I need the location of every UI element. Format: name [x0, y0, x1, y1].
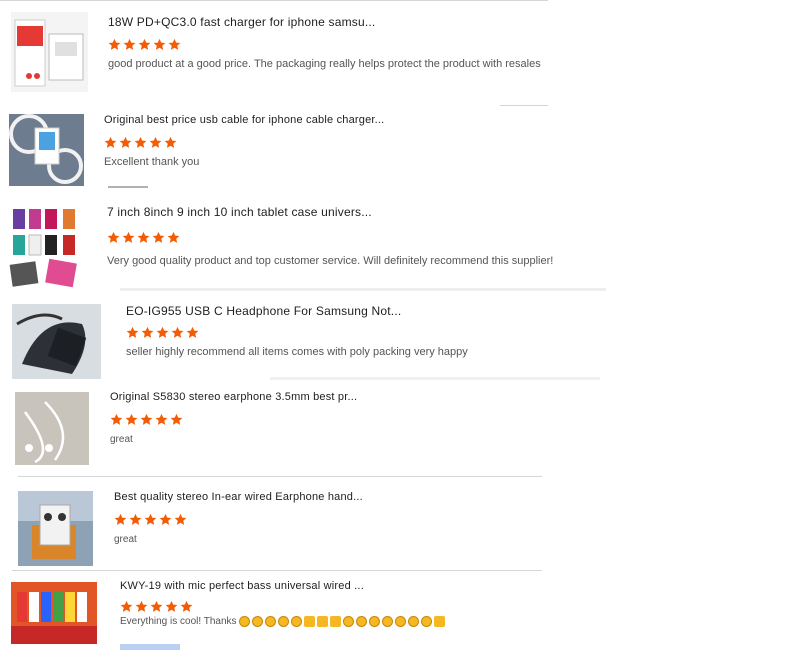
kwy-earphones-image[interactable] [11, 582, 97, 644]
review-comment: Excellent thank you [104, 156, 200, 168]
emoji-row [238, 616, 445, 627]
divider [500, 105, 548, 106]
star-icon [153, 38, 166, 50]
product-title[interactable]: EO-IG955 USB C Headphone For Samsung Not… [126, 304, 401, 318]
review-item: 18W PD+QC3.0 fast charger for iphone sam… [0, 0, 800, 100]
review-comment: good product at a good price. The packag… [108, 58, 541, 70]
star-icon [123, 38, 136, 50]
smile-emoji-icon [277, 616, 289, 627]
product-title[interactable]: Original best price usb cable for iphone… [104, 114, 384, 126]
rating-stars [108, 38, 181, 51]
product-title[interactable]: 7 inch 8inch 9 inch 10 inch tablet case … [107, 205, 372, 219]
thumbs-up-icon [329, 616, 341, 627]
charger-box-image[interactable] [11, 12, 88, 92]
star-icon [104, 136, 117, 148]
smile-emoji-icon [381, 616, 393, 627]
smile-emoji-icon [420, 616, 432, 627]
divider [120, 288, 606, 291]
review-comment: Everything is cool! Thanks [120, 616, 445, 627]
review-item: Original best price usb cable for iphone… [0, 110, 800, 190]
review-comment: seller highly recommend all items comes … [126, 346, 468, 358]
rating-stars [120, 600, 193, 613]
headphone-image[interactable] [12, 304, 101, 379]
star-icon [149, 136, 162, 148]
thumbs-up-icon [433, 616, 445, 627]
product-title[interactable]: Original S5830 stereo earphone 3.5mm bes… [110, 391, 357, 403]
star-icon [180, 600, 193, 612]
smile-emoji-icon [290, 616, 302, 627]
smile-emoji-icon [342, 616, 354, 627]
divider [12, 570, 542, 571]
star-icon [150, 600, 163, 612]
star-icon [170, 413, 183, 425]
smile-emoji-icon [238, 616, 250, 627]
divider [0, 0, 548, 1]
star-icon [174, 513, 187, 525]
star-icon [135, 600, 148, 612]
rating-stars [126, 326, 199, 339]
star-icon [167, 231, 180, 243]
review-comment: Very good quality product and top custom… [107, 255, 554, 267]
rating-stars [107, 231, 180, 244]
product-title[interactable]: KWY-19 with mic perfect bass universal w… [120, 580, 364, 592]
smile-emoji-icon [355, 616, 367, 627]
star-icon [156, 326, 169, 338]
rating-stars [110, 413, 183, 426]
smile-emoji-icon [264, 616, 276, 627]
star-icon [110, 413, 123, 425]
smile-emoji-icon [407, 616, 419, 627]
star-icon [122, 231, 135, 243]
review-comment: great [110, 434, 133, 445]
star-icon [141, 326, 154, 338]
divider [108, 186, 148, 188]
star-icon [186, 326, 199, 338]
cut-off-link[interactable] [120, 644, 180, 650]
star-icon [159, 513, 172, 525]
star-icon [168, 38, 181, 50]
star-icon [126, 326, 139, 338]
smile-emoji-icon [251, 616, 263, 627]
star-icon [144, 513, 157, 525]
divider [270, 377, 600, 380]
review-item: Original S5830 stereo earphone 3.5mm bes… [0, 388, 800, 468]
wired-earphone-image[interactable] [18, 491, 93, 566]
product-title[interactable]: 18W PD+QC3.0 fast charger for iphone sam… [108, 15, 375, 29]
review-item: KWY-19 with mic perfect bass universal w… [0, 578, 800, 650]
rating-stars [114, 513, 187, 526]
star-icon [155, 413, 168, 425]
star-icon [140, 413, 153, 425]
usb-cable-image[interactable] [9, 114, 84, 186]
star-icon [137, 231, 150, 243]
star-icon [152, 231, 165, 243]
star-icon [107, 231, 120, 243]
star-icon [134, 136, 147, 148]
star-icon [171, 326, 184, 338]
review-comment: great [114, 534, 137, 545]
product-title[interactable]: Best quality stereo In-ear wired Earphon… [114, 491, 363, 503]
star-icon [129, 513, 142, 525]
thumbs-up-icon [303, 616, 315, 627]
review-item: 7 inch 8inch 9 inch 10 inch tablet case … [0, 200, 800, 292]
rating-stars [104, 136, 177, 149]
star-icon [138, 38, 151, 50]
review-item: Best quality stereo In-ear wired Earphon… [0, 487, 800, 567]
star-icon [119, 136, 132, 148]
star-icon [164, 136, 177, 148]
star-icon [120, 600, 133, 612]
thumbs-up-icon [316, 616, 328, 627]
review-comment-text: Everything is cool! Thanks [120, 616, 237, 628]
star-icon [125, 413, 138, 425]
divider [18, 476, 542, 477]
review-item: EO-IG955 USB C Headphone For Samsung Not… [0, 300, 800, 380]
tablet-cases-image[interactable] [5, 205, 85, 289]
star-icon [114, 513, 127, 525]
star-icon [108, 38, 121, 50]
earphone-image[interactable] [15, 392, 89, 465]
smile-emoji-icon [394, 616, 406, 627]
smile-emoji-icon [368, 616, 380, 627]
star-icon [165, 600, 178, 612]
